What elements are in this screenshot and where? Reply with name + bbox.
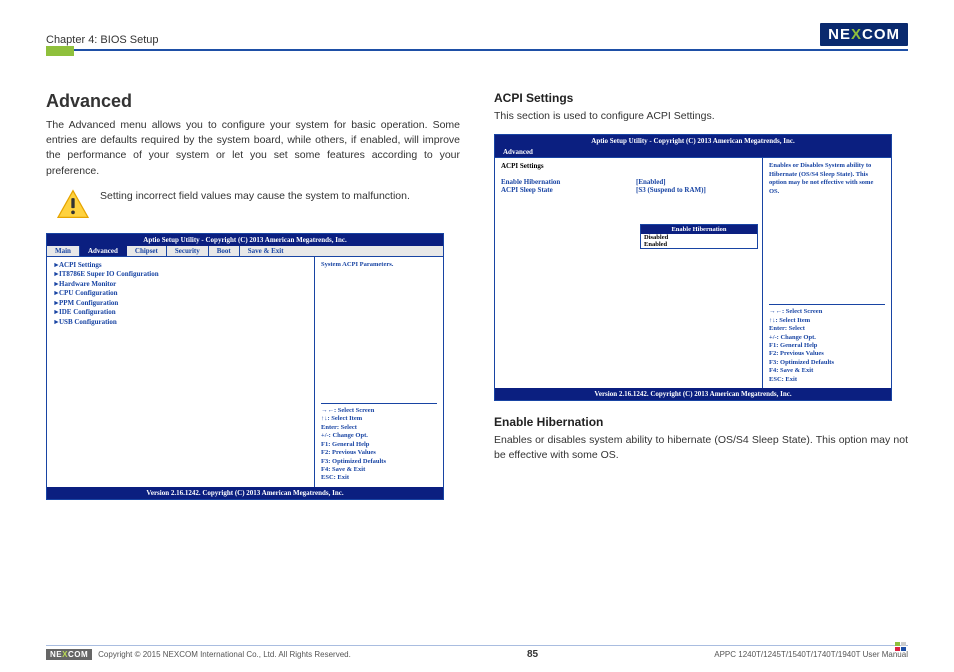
chapter-label: Chapter 4: BIOS Setup: [46, 34, 159, 46]
bios-tab-boot: Boot: [209, 246, 240, 256]
bios-title: Aptio Setup Utility - Copyright (C) 2013…: [495, 135, 891, 147]
bios-version: Version 2.16.1242. Copyright (C) 2013 Am…: [47, 487, 443, 499]
bios-tab-save-exit: Save & Exit: [240, 246, 443, 256]
footer-copyright: Copyright © 2015 NEXCOM International Co…: [98, 650, 351, 659]
bios-tab-main: Main: [47, 246, 80, 256]
green-tab-decoration: [46, 46, 74, 56]
bios-tab-security: Security: [167, 246, 209, 256]
bios-tabs: Main Advanced Chipset Security Boot Save…: [47, 246, 443, 257]
bios-screenshot-acpi-settings: Aptio Setup Utility - Copyright (C) 2013…: [494, 134, 892, 401]
bios-menu-item: ►PPM Configuration: [53, 299, 308, 308]
advanced-intro: The Advanced menu allows you to configur…: [46, 118, 460, 179]
header-rule: [46, 49, 908, 51]
bios-help-text: Enables or Disables System ability to Hi…: [769, 162, 885, 196]
bios-popup-title: Enable Hibernation: [641, 225, 757, 234]
warning-text: Setting incorrect field values may cause…: [100, 189, 410, 204]
bios-screenshot-advanced-menu: Aptio Setup Utility - Copyright (C) 2013…: [46, 233, 444, 500]
enable-hibernation-heading: Enable Hibernation: [494, 415, 908, 429]
bios-tab-chipset: Chipset: [127, 246, 167, 256]
bios-setting-row: ACPI Sleep State [S3 (Suspend to RAM)]: [501, 186, 756, 194]
bios-menu-item: ►Hardware Monitor: [53, 280, 308, 289]
bios-key-hints: →←: Select Screen ↑↓: Select Item Enter:…: [769, 304, 885, 384]
bios-tabs: Advanced: [495, 147, 891, 158]
bios-menu-item: ►USB Configuration: [53, 318, 308, 327]
bios-tab-advanced: Advanced: [80, 246, 127, 256]
bios-title: Aptio Setup Utility - Copyright (C) 2013…: [47, 234, 443, 246]
warning-icon: [56, 189, 90, 219]
logo-part: NE: [828, 26, 851, 43]
bios-version: Version 2.16.1242. Copyright (C) 2013 Am…: [495, 388, 891, 400]
bios-section-label: ACPI Settings: [501, 162, 756, 171]
nexcom-logo: NEXCOM: [820, 23, 908, 46]
bios-setting-row: Enable Hibernation [Enabled]: [501, 178, 756, 186]
bios-popup-option: Disabled: [641, 234, 757, 241]
bios-menu-item: ►IDE Configuration: [53, 308, 308, 317]
acpi-intro: This section is used to configure ACPI S…: [494, 109, 908, 124]
advanced-heading: Advanced: [46, 91, 460, 112]
bios-menu-item: ►IT8786E Super IO Configuration: [53, 270, 308, 279]
footer-manual-name: APPC 1240T/1245T/1540T/1740T/1940T User …: [714, 650, 908, 659]
bios-key-hints: →←: Select Screen ↑↓: Select Item Enter:…: [321, 403, 437, 483]
logo-part: COM: [862, 26, 900, 43]
nexcom-logo-footer: NEXCOM: [46, 649, 92, 660]
enable-hibernation-text: Enables or disables system ability to hi…: [494, 433, 908, 463]
bios-tab-advanced: Advanced: [495, 147, 891, 157]
bios-popup-option-selected: Enabled: [641, 241, 757, 248]
bios-menu-item: ►ACPI Settings: [53, 261, 308, 270]
acpi-heading: ACPI Settings: [494, 91, 908, 105]
footer-decoration: [894, 641, 908, 651]
bios-menu-item: ►CPU Configuration: [53, 289, 308, 298]
bios-popup: Enable Hibernation Disabled Enabled: [640, 224, 758, 249]
page-number: 85: [527, 649, 538, 660]
logo-part: X: [851, 26, 862, 43]
bios-help-text: System ACPI Parameters.: [321, 261, 437, 269]
